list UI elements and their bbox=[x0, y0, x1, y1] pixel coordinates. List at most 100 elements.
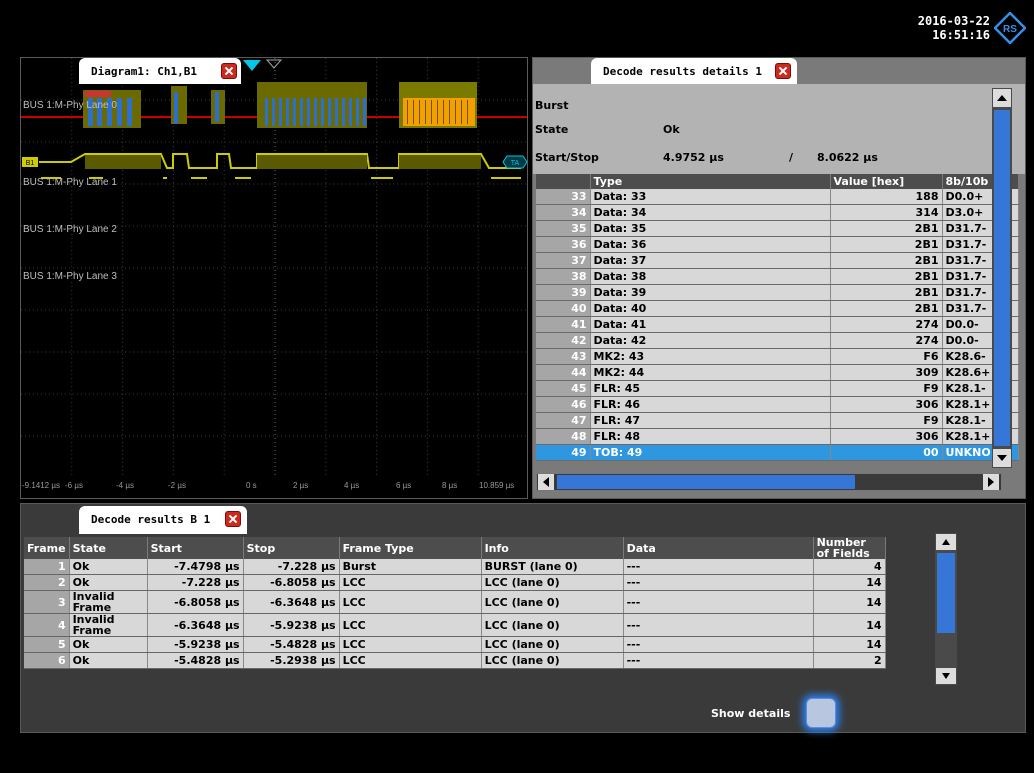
frame-stop: -6.8058 µs bbox=[243, 574, 340, 591]
frame-number: 5 bbox=[24, 636, 70, 653]
frame-state: Ok bbox=[69, 636, 148, 653]
col-frame-type[interactable]: Frame Type bbox=[339, 537, 482, 559]
details-table-row[interactable]: 37 Data: 37 2B1 D31.7- bbox=[536, 252, 1019, 269]
row-value-hex: 00 bbox=[830, 444, 943, 461]
row-type: FLR: 45 bbox=[590, 380, 831, 397]
frame-state: Invalid Frame bbox=[69, 613, 148, 637]
row-type: Data: 37 bbox=[590, 252, 831, 269]
close-icon[interactable] bbox=[225, 511, 241, 527]
col-value-hex[interactable]: Value [hex] bbox=[830, 174, 943, 189]
col-index[interactable] bbox=[536, 174, 591, 189]
date-text: 2016-03-22 bbox=[917, 14, 990, 28]
start-value: 4.9752 µs bbox=[663, 151, 724, 164]
details-table-row[interactable]: 34 Data: 34 314 D3.0+ bbox=[536, 204, 1019, 221]
frame-field-count: 2 bbox=[813, 652, 886, 669]
details-table-row[interactable]: 41 Data: 41 274 D0.0- bbox=[536, 316, 1019, 333]
frame-data: --- bbox=[623, 636, 814, 653]
row-index: 40 bbox=[536, 300, 591, 317]
details-table-row[interactable]: 46 FLR: 46 306 K28.1+ bbox=[536, 396, 1019, 413]
details-table: Type Value [hex] 8b/10b 33 Data: 33 188 D0.… bbox=[536, 174, 1019, 461]
details-table-row[interactable]: 43 MK2: 43 F6 K28.6- bbox=[536, 348, 1019, 365]
row-index: 36 bbox=[536, 236, 591, 253]
row-type: Data: 38 bbox=[590, 268, 831, 285]
frame-start: -7.4798 µs bbox=[147, 559, 244, 575]
tab-decode-results[interactable]: Decode results B 1 bbox=[79, 506, 247, 534]
col-type[interactable]: Type bbox=[590, 174, 831, 189]
tab-decode-details-label: Decode results details 1 bbox=[603, 65, 762, 78]
row-value-hex: 274 bbox=[830, 316, 943, 333]
x-tick-label: -4 µs bbox=[116, 481, 134, 490]
scroll-down-icon[interactable] bbox=[993, 449, 1011, 467]
scroll-right-icon[interactable] bbox=[983, 474, 999, 490]
x-tick-label: -9.1412 µs bbox=[22, 481, 60, 490]
details-table-row[interactable]: 40 Data: 40 2B1 D31.7- bbox=[536, 300, 1019, 317]
col-frame[interactable]: Frame bbox=[24, 537, 70, 559]
row-value-hex: 2B1 bbox=[830, 268, 943, 285]
details-table-row[interactable]: 36 Data: 36 2B1 D31.7- bbox=[536, 236, 1019, 253]
details-summary: Burst State Ok Start/Stop 4.9752 µs / 8.… bbox=[533, 84, 1025, 174]
close-icon[interactable] bbox=[221, 63, 237, 79]
scroll-up-icon[interactable] bbox=[993, 89, 1011, 107]
details-table-row[interactable]: 39 Data: 39 2B1 D31.7- bbox=[536, 284, 1019, 301]
scroll-left-icon[interactable] bbox=[538, 474, 554, 490]
frame-info: LCC (lane 0) bbox=[481, 574, 624, 591]
x-tick-label: 0 s bbox=[246, 481, 257, 490]
frame-type: LCC bbox=[339, 590, 482, 614]
details-vertical-scrollbar[interactable] bbox=[992, 88, 1012, 468]
results-vertical-scrollbar[interactable] bbox=[935, 533, 957, 685]
details-table-row[interactable]: 49 TOB: 49 00 UNKNO bbox=[536, 444, 1019, 461]
lane-label-3: BUS 1:M-Phy Lane 3 bbox=[23, 271, 117, 282]
tab-diagram1-label: Diagram1: Ch1,B1 bbox=[91, 65, 197, 78]
table-row[interactable]: 2 Ok -7.228 µs -6.8058 µs LCC LCC (lane 0) ---… bbox=[24, 574, 886, 591]
row-index: 33 bbox=[536, 189, 591, 205]
table-row[interactable]: 4 Invalid Frame -6.3648 µs -5.9238 µs LCC LCC… bbox=[24, 613, 886, 637]
details-table-row[interactable]: 33 Data: 33 188 D0.0+ bbox=[536, 189, 1019, 205]
col-state[interactable]: State bbox=[69, 537, 148, 559]
frame-field-count: 14 bbox=[813, 574, 886, 591]
close-icon[interactable] bbox=[775, 63, 791, 79]
row-index: 47 bbox=[536, 412, 591, 429]
col-data[interactable]: Data bbox=[623, 537, 814, 559]
tab-decode-details[interactable]: Decode results details 1 bbox=[591, 58, 797, 84]
frame-start: -6.3648 µs bbox=[147, 613, 244, 637]
show-details-toggle[interactable] bbox=[806, 698, 836, 728]
results-table-header: Frame State Start Stop Frame Type Info D… bbox=[24, 537, 886, 559]
col-number-of-fields[interactable]: Number of Fields bbox=[813, 537, 886, 559]
frame-number: 3 bbox=[24, 590, 70, 614]
scroll-up-icon[interactable] bbox=[936, 534, 956, 550]
details-table-row[interactable]: 42 Data: 42 274 D0.0- bbox=[536, 332, 1019, 349]
scrollbar-thumb[interactable] bbox=[994, 110, 1010, 446]
frame-stop: -5.4828 µs bbox=[243, 636, 340, 653]
frame-state: Invalid Frame bbox=[69, 590, 148, 614]
frame-stop: -7.228 µs bbox=[243, 559, 340, 575]
table-row[interactable]: 6 Ok -5.4828 µs -5.2938 µs LCC LCC (lane 0) --… bbox=[24, 652, 886, 669]
table-row[interactable]: 5 Ok -5.9238 µs -5.4828 µs LCC LCC (lane 0) --… bbox=[24, 636, 886, 653]
frame-data: --- bbox=[623, 574, 814, 591]
row-type: TOB: 49 bbox=[590, 444, 831, 461]
col-start[interactable]: Start bbox=[147, 537, 244, 559]
frame-data: --- bbox=[623, 613, 814, 637]
frame-number: 6 bbox=[24, 652, 70, 669]
scrollbar-thumb[interactable] bbox=[557, 475, 855, 489]
table-row[interactable]: 1 Ok -7.4798 µs -7.228 µs Burst BURST (lane 0… bbox=[24, 559, 886, 575]
scroll-down-icon[interactable] bbox=[936, 668, 956, 684]
scrollbar-thumb[interactable] bbox=[937, 553, 955, 633]
x-tick-label: -2 µs bbox=[168, 481, 186, 490]
decode-details-window[interactable]: Burst State Ok Start/Stop 4.9752 µs / 8.… bbox=[532, 57, 1026, 499]
details-table-row[interactable]: 44 MK2: 44 309 K28.6+ bbox=[536, 364, 1019, 381]
diagram-window[interactable]: B1 TA Diagram1: Ch1,B1 BUS 1:M-Phy Lane … bbox=[20, 57, 528, 499]
col-stop[interactable]: Stop bbox=[243, 537, 340, 559]
details-table-row[interactable]: 47 FLR: 47 F9 K28.1- bbox=[536, 412, 1019, 429]
decode-results-window[interactable]: Decode results B 1 Frame State Start Sto… bbox=[20, 503, 1026, 733]
details-table-row[interactable]: 35 Data: 35 2B1 D31.7- bbox=[536, 220, 1019, 237]
details-table-row[interactable]: 48 FLR: 48 306 K28.1+ bbox=[536, 428, 1019, 445]
details-horizontal-scrollbar[interactable] bbox=[536, 473, 1002, 491]
details-table-row[interactable]: 45 FLR: 45 F9 K28.1- bbox=[536, 380, 1019, 397]
tab-diagram1[interactable]: Diagram1: Ch1,B1 bbox=[79, 58, 241, 84]
frame-info: LCC (lane 0) bbox=[481, 652, 624, 669]
table-row[interactable]: 3 Invalid Frame -6.8058 µs -6.3648 µs LCC LCC… bbox=[24, 590, 886, 614]
startstop-separator: / bbox=[789, 151, 794, 164]
col-info[interactable]: Info bbox=[481, 537, 624, 559]
show-details-label: Show details bbox=[711, 707, 791, 720]
details-table-row[interactable]: 38 Data: 38 2B1 D31.7- bbox=[536, 268, 1019, 285]
